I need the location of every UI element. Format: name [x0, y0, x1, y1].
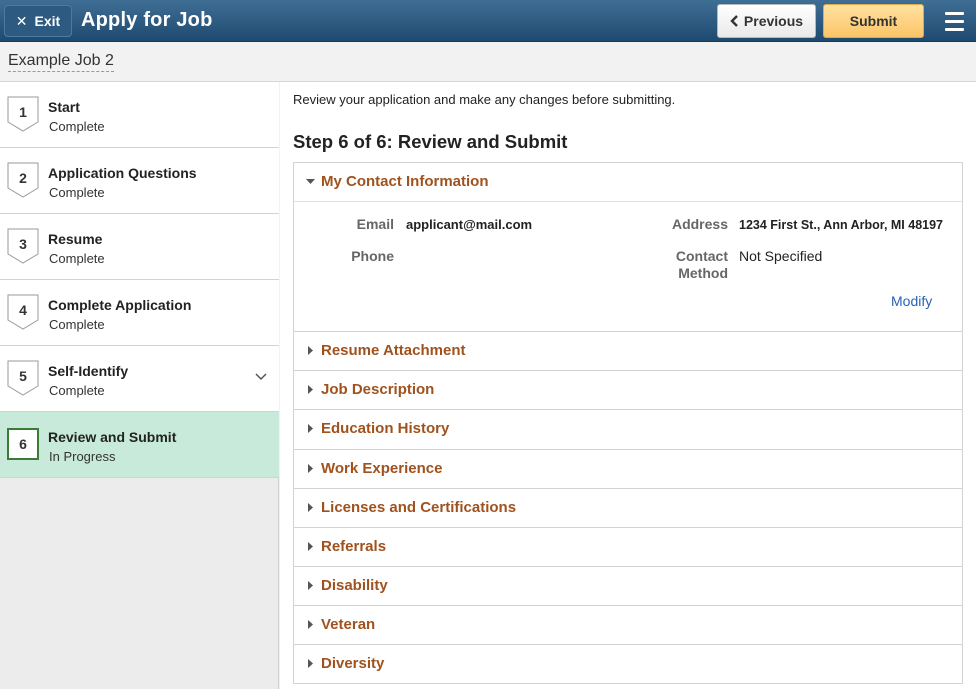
section-education-history[interactable]: Education History	[293, 409, 963, 450]
email-label: Email	[356, 216, 394, 232]
step-item-resume[interactable]: 3 Resume Complete	[0, 214, 279, 280]
step-heading: Step 6 of 6: Review and Submit	[293, 131, 568, 152]
section-toggle[interactable]: Work Experience	[306, 460, 442, 477]
triangle-right-icon	[308, 385, 313, 394]
section-toggle[interactable]: Resume Attachment	[306, 342, 465, 359]
section-toggle[interactable]: Diversity	[306, 655, 384, 672]
contact-method-value: Not Specified	[739, 248, 823, 264]
section-diversity[interactable]: Diversity	[293, 644, 963, 684]
triangle-right-icon	[308, 464, 313, 473]
step-title: Review and Submit	[48, 429, 177, 445]
app-header: ✕ Exit Apply for Job Previous Submit	[0, 0, 976, 42]
section-title: Veteran	[321, 616, 376, 633]
step-item-complete-application[interactable]: 4 Complete Application Complete	[0, 280, 279, 346]
step-number-badge: 2	[7, 162, 39, 198]
triangle-right-icon	[308, 503, 313, 512]
triangle-right-icon	[308, 424, 313, 433]
step-title: Start	[48, 99, 80, 115]
chevron-down-icon[interactable]	[254, 372, 268, 382]
page-title: Apply for Job	[81, 9, 213, 31]
step-status: In Progress	[49, 449, 116, 464]
section-title: Resume Attachment	[321, 342, 466, 359]
step-status: Complete	[49, 119, 105, 134]
step-status: Complete	[49, 251, 105, 266]
section-toggle[interactable]: Veteran	[306, 616, 375, 633]
triangle-right-icon	[308, 346, 313, 355]
address-value: 1234 First St., Ann Arbor, MI 48197	[739, 218, 944, 232]
address-label: Address	[671, 216, 728, 232]
section-contact-information: My Contact Information Email applicant@m…	[293, 162, 963, 332]
section-veteran[interactable]: Veteran	[293, 605, 963, 645]
step-status: Complete	[49, 383, 105, 398]
submit-button[interactable]: Submit	[823, 4, 924, 38]
contact-method-label-line2: Method	[678, 265, 728, 281]
triangle-right-icon	[308, 581, 313, 590]
step-number-badge: 3	[7, 228, 39, 264]
triangle-right-icon	[308, 620, 313, 629]
step-number-badge: 5	[7, 360, 39, 396]
hamburger-menu-icon[interactable]	[940, 9, 968, 33]
triangle-right-icon	[308, 542, 313, 551]
step-status: Complete	[49, 185, 105, 200]
chevron-left-icon	[730, 15, 738, 27]
section-licenses-and-certifications[interactable]: Licenses and Certifications	[293, 488, 963, 528]
section-title: Education History	[321, 420, 450, 437]
step-item-self-identify[interactable]: 5 Self-Identify Complete	[0, 346, 279, 412]
section-toggle[interactable]: Job Description	[306, 381, 434, 398]
previous-button[interactable]: Previous	[717, 4, 816, 38]
job-name[interactable]: Example Job 2	[8, 52, 114, 72]
contact-method-label-line1: Contact	[675, 248, 728, 264]
steps-sidebar: 1 Start Complete 2 Application Questions…	[0, 82, 279, 689]
section-job-description[interactable]: Job Description	[293, 370, 963, 410]
main-content: Review your application and make any cha…	[280, 82, 976, 689]
modify-link[interactable]: Modify	[891, 293, 932, 309]
job-subheader: Example Job 2	[0, 42, 976, 82]
section-title: Job Description	[321, 381, 435, 398]
section-toggle[interactable]: Licenses and Certifications	[306, 499, 516, 516]
triangle-down-icon	[306, 179, 315, 184]
exit-label: Exit	[34, 13, 61, 29]
step-number-badge: 4	[7, 294, 39, 330]
section-toggle[interactable]: Education History	[306, 420, 449, 437]
contact-details: Email applicant@mail.com Phone Address 1…	[294, 201, 962, 331]
section-title: Work Experience	[321, 460, 443, 477]
phone-label: Phone	[351, 248, 394, 264]
step-title: Resume	[48, 231, 103, 247]
previous-label: Previous	[743, 13, 804, 29]
section-title: Diversity	[321, 655, 385, 672]
step-status: Complete	[49, 317, 105, 332]
step-number-badge: 1	[7, 96, 39, 132]
triangle-right-icon	[308, 659, 313, 668]
step-title: Self-Identify	[48, 363, 129, 379]
exit-button[interactable]: ✕ Exit	[4, 5, 72, 37]
close-icon: ✕	[15, 12, 28, 29]
section-referrals[interactable]: Referrals	[293, 527, 963, 567]
section-toggle[interactable]: My Contact Information	[306, 173, 489, 190]
section-toggle[interactable]: Referrals	[306, 538, 386, 555]
step-item-application-questions[interactable]: 2 Application Questions Complete	[0, 148, 279, 214]
section-title: Licenses and Certifications	[321, 499, 517, 516]
section-title: Referrals	[321, 538, 387, 555]
section-disability[interactable]: Disability	[293, 566, 963, 606]
section-resume-attachment[interactable]: Resume Attachment	[293, 331, 963, 371]
section-toggle[interactable]: Disability	[306, 577, 388, 594]
step-title: Application Questions	[48, 165, 197, 181]
section-title: Disability	[321, 577, 388, 594]
instructions-text: Review your application and make any cha…	[293, 92, 676, 107]
section-title: My Contact Information	[321, 173, 489, 190]
step-title: Complete Application	[48, 297, 192, 313]
step-item-review-and-submit[interactable]: 6 Review and Submit In Progress	[0, 412, 279, 478]
email-value: applicant@mail.com	[406, 217, 533, 232]
step-item-start[interactable]: 1 Start Complete	[0, 82, 279, 148]
step-number-badge: 6	[7, 426, 39, 462]
section-work-experience[interactable]: Work Experience	[293, 449, 963, 489]
